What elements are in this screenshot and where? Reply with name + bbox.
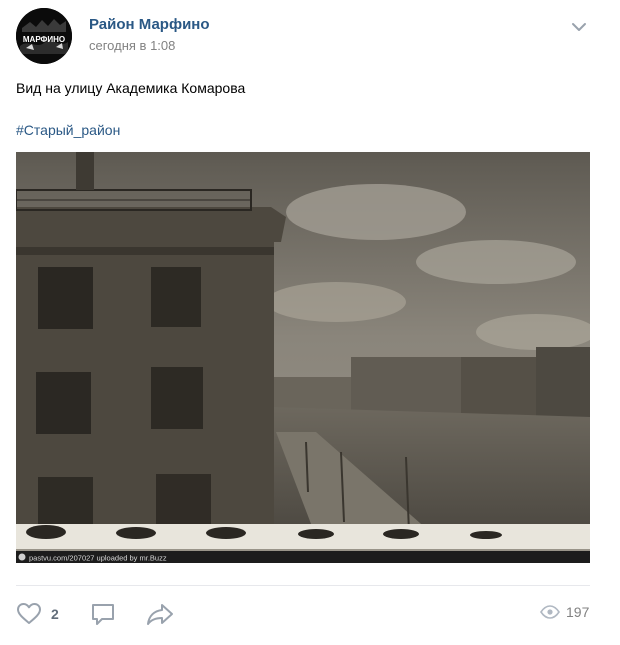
post-photo[interactable]: pastvu.com/207027 uploaded by mr.Buzz — [16, 152, 590, 563]
avatar-text: МАРФИНО — [23, 35, 65, 44]
post-text: Вид на улицу Академика Комарова — [16, 80, 246, 96]
photo-caption: pastvu.com/207027 uploaded by mr.Buzz — [29, 554, 167, 563]
like-button[interactable]: 2 — [15, 600, 59, 628]
heart-icon — [17, 603, 41, 624]
post-date[interactable]: сегодня в 1:08 — [89, 38, 175, 53]
hashtag-link[interactable]: #Старый_район — [16, 122, 120, 138]
views-counter: 197 — [540, 604, 589, 620]
comment-icon — [92, 604, 114, 625]
share-button[interactable] — [145, 600, 175, 628]
chevron-down-icon[interactable] — [568, 16, 590, 38]
eye-icon — [540, 605, 560, 619]
author-name[interactable]: Район Марфино — [89, 16, 210, 33]
views-count: 197 — [566, 604, 590, 620]
post-card: МАРФИНО Район Марфино сегодня в 1:08 Вид… — [0, 0, 620, 645]
pastvu-logo-icon — [18, 553, 26, 561]
share-arrow-icon — [147, 604, 173, 625]
comment-button[interactable] — [90, 600, 116, 628]
like-count: 2 — [51, 606, 59, 622]
divider — [16, 585, 590, 586]
avatar-logo: МАРФИНО — [16, 8, 72, 64]
avatar[interactable]: МАРФИНО — [16, 8, 72, 64]
